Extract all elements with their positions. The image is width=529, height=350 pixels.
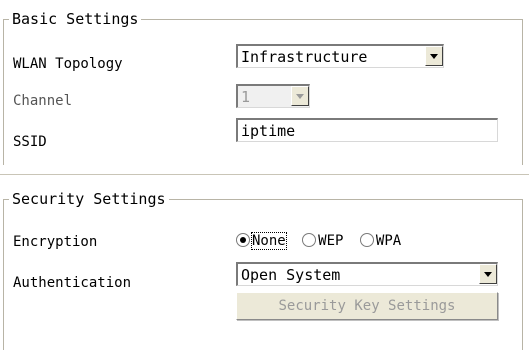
chevron-down-icon[interactable] xyxy=(291,86,309,106)
basic-settings-title: Basic Settings xyxy=(9,10,142,28)
encryption-wpa-label[interactable]: WPA xyxy=(376,233,401,249)
encryption-wep-radio[interactable] xyxy=(302,233,317,247)
security-key-settings-button[interactable]: Security Key Settings xyxy=(236,292,498,320)
encryption-wep-label[interactable]: WEP xyxy=(318,233,343,249)
security-settings-title: Security Settings xyxy=(9,190,169,208)
wlan-topology-select[interactable]: Infrastructure xyxy=(236,44,444,68)
encryption-none-label[interactable]: None xyxy=(251,232,287,250)
section-divider xyxy=(0,174,529,175)
wlan-topology-label: WLAN Topology xyxy=(13,56,123,72)
authentication-select[interactable]: Open System xyxy=(236,262,498,286)
wlan-topology-value: Infrastructure xyxy=(241,48,368,66)
channel-value: 1 xyxy=(241,88,251,106)
encryption-label: Encryption xyxy=(13,234,98,250)
encryption-none-radio[interactable] xyxy=(236,233,250,247)
encryption-radio-group: None WEP WPA xyxy=(236,232,409,250)
ssid-label: SSID xyxy=(13,134,47,150)
chevron-down-icon[interactable] xyxy=(479,264,497,284)
chevron-down-icon[interactable] xyxy=(425,46,443,66)
channel-select[interactable]: 1 xyxy=(236,84,310,108)
ssid-value: iptime xyxy=(241,122,296,140)
authentication-label: Authentication xyxy=(13,275,132,291)
ssid-input[interactable]: iptime xyxy=(236,118,498,142)
channel-label: Channel xyxy=(13,93,73,109)
encryption-wpa-radio[interactable] xyxy=(359,233,374,247)
authentication-value: Open System xyxy=(241,266,341,284)
